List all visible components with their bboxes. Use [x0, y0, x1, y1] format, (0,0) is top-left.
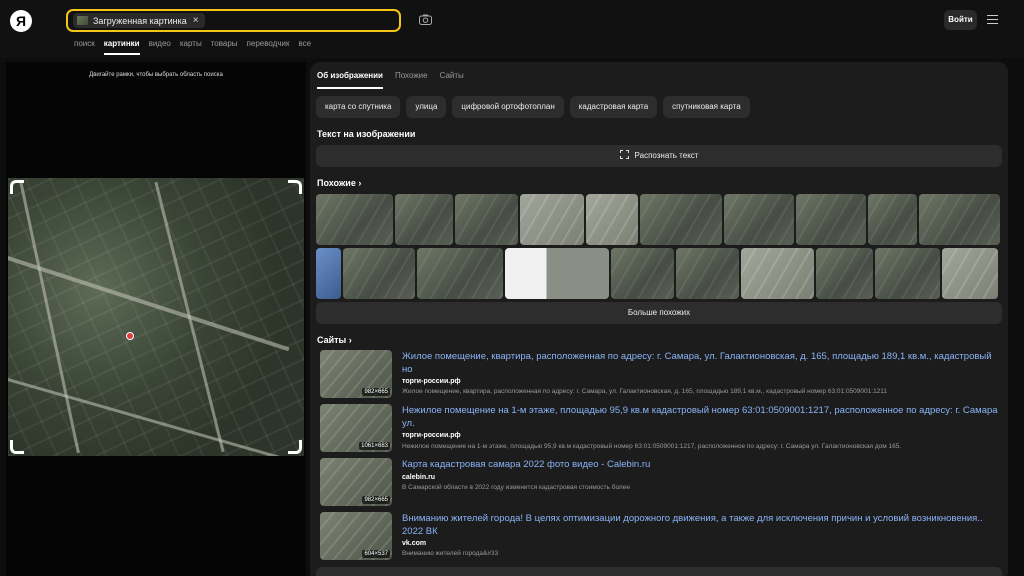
tab-maps[interactable]: карты [180, 39, 202, 48]
site-thumbnail[interactable]: 1061×683 [320, 404, 392, 452]
site-result: 982×665 Жилое помещение, квартира, распо… [320, 350, 1004, 400]
similar-thumb[interactable] [868, 194, 917, 245]
text-section-title: Текст на изображении [317, 129, 416, 139]
similar-thumb[interactable] [942, 248, 998, 299]
camera-icon[interactable] [419, 14, 432, 25]
result-tabs: Об изображении Похожие Сайты [317, 71, 476, 89]
site-snippet: В Самарской области в 2022 году изменитс… [402, 484, 630, 491]
header: Я Загруженная картинка × Войти поиск кар… [0, 0, 1024, 58]
image-size-badge: 982×665 [362, 496, 390, 504]
image-thumbnail-icon [77, 16, 88, 25]
similar-thumb[interactable] [676, 248, 739, 299]
similar-thumb[interactable] [520, 194, 584, 245]
similar-thumb[interactable] [316, 194, 393, 245]
site-result: 982×665 Карта кадастровая самара 2022 фо… [320, 458, 1004, 508]
app: Я Загруженная картинка × Войти поиск кар… [0, 0, 1024, 576]
site-thumbnail[interactable]: 604×537 [320, 512, 392, 560]
more-similar-button[interactable]: Больше похожих [316, 302, 1002, 324]
crop-hint: Двигайте рамки, чтобы выбрать область по… [89, 72, 223, 78]
crop-handle-top-right[interactable] [288, 180, 302, 194]
similar-thumb[interactable] [417, 248, 503, 299]
site-snippet: Нежилое помещение на 1-м этаже, площадью… [402, 443, 902, 450]
site-domain[interactable]: торги-россии.рф [402, 432, 461, 439]
similar-thumb[interactable] [741, 248, 814, 299]
tab-translator[interactable]: переводчик [247, 39, 290, 48]
tab-sites[interactable]: Сайты [440, 71, 464, 80]
site-title-link[interactable]: Вниманию жителей города! В целях оптимиз… [402, 512, 1002, 538]
tag-chip[interactable]: карта со спутника [316, 96, 401, 118]
similar-thumb[interactable] [611, 248, 674, 299]
image-size-badge: 982×665 [362, 388, 390, 396]
similar-thumb[interactable] [724, 194, 794, 245]
service-tabs: поиск картинки видео карты товары перево… [74, 39, 320, 55]
menu-icon[interactable] [987, 15, 998, 24]
text-scan-icon [619, 150, 629, 159]
recognize-label: Распознать текст [634, 151, 699, 160]
site-domain[interactable]: vk.com [402, 540, 426, 547]
similar-thumb[interactable] [455, 194, 518, 245]
site-domain[interactable]: calebin.ru [402, 474, 435, 481]
yandex-logo[interactable]: Я [10, 10, 32, 32]
site-snippet: Вниманию жителей города&#33 [402, 550, 499, 557]
chevron-right-icon: › [348, 335, 352, 345]
tab-video[interactable]: видео [149, 39, 171, 48]
chip-label: Загруженная картинка [93, 15, 187, 26]
similar-thumb[interactable] [919, 194, 1000, 245]
crop-handle-bottom-right[interactable] [288, 440, 302, 454]
similar-thumb[interactable] [395, 194, 453, 245]
image-crop-panel: Двигайте рамки, чтобы выбрать область по… [6, 62, 306, 576]
similar-row-2 [316, 248, 1000, 299]
similar-thumb[interactable] [816, 248, 873, 299]
similar-thumb[interactable] [505, 248, 609, 299]
site-title-link[interactable]: Жилое помещение, квартира, расположенная… [402, 350, 1002, 376]
uploaded-image-chip[interactable]: Загруженная картинка × [73, 13, 205, 28]
login-button[interactable]: Войти [944, 10, 977, 30]
site-thumbnail[interactable]: 982×665 [320, 350, 392, 398]
site-thumbnail[interactable]: 982×665 [320, 458, 392, 506]
similar-thumb[interactable] [640, 194, 722, 245]
site-title-link[interactable]: Нежилое помещение на 1-м этаже, площадью… [402, 404, 1002, 430]
similar-thumb[interactable] [586, 194, 638, 245]
similar-section-title[interactable]: Похожие › [317, 178, 361, 188]
search-box[interactable]: Загруженная картинка × [66, 9, 401, 32]
image-size-badge: 1061×683 [359, 442, 390, 450]
tag-chip[interactable]: спутниковая карта [663, 96, 750, 118]
site-snippet: Жилое помещение, квартира, расположенная… [402, 388, 888, 395]
similar-title-text: Похожие [317, 178, 356, 188]
site-title-link[interactable]: Карта кадастровая самара 2022 фото видео… [402, 458, 1002, 471]
results-panel: Об изображении Похожие Сайты карта со сп… [310, 62, 1008, 576]
tab-similar[interactable]: Похожие [395, 71, 428, 80]
tag-chip[interactable]: улица [406, 96, 447, 118]
similar-thumb[interactable] [796, 194, 866, 245]
tab-images[interactable]: картинки [103, 39, 140, 55]
similar-thumb[interactable] [875, 248, 940, 299]
tab-all[interactable]: все [298, 39, 311, 48]
image-size-badge: 604×537 [362, 550, 390, 558]
more-sites-button[interactable] [316, 567, 1002, 576]
similar-thumb[interactable] [343, 248, 415, 299]
similar-row-1 [316, 194, 1002, 245]
uploaded-satellite-image[interactable] [8, 178, 304, 456]
tag-list: карта со спутника улица цифровой ортофот… [316, 96, 756, 118]
close-icon[interactable]: × [193, 15, 199, 26]
site-result: 604×537 Вниманию жителей города! В целях… [320, 512, 1004, 562]
tab-search[interactable]: поиск [74, 39, 95, 48]
chevron-right-icon: › [358, 178, 362, 188]
site-domain[interactable]: торги-россии.рф [402, 378, 461, 385]
sites-section-title[interactable]: Сайты › [317, 335, 352, 345]
tag-chip[interactable]: цифровой ортофотоплан [452, 96, 564, 118]
sites-title-text: Сайты [317, 335, 347, 345]
map-pin-icon [126, 332, 134, 340]
crop-handle-bottom-left[interactable] [10, 440, 24, 454]
tab-about-image[interactable]: Об изображении [317, 71, 383, 89]
recognize-text-button[interactable]: Распознать текст [316, 145, 1002, 167]
site-result: 1061×683 Нежилое помещение на 1-м этаже,… [320, 404, 1004, 454]
crop-handle-top-left[interactable] [10, 180, 24, 194]
tag-chip[interactable]: кадастровая карта [569, 96, 658, 118]
tab-products[interactable]: товары [211, 39, 238, 48]
similar-thumb[interactable] [316, 248, 341, 299]
